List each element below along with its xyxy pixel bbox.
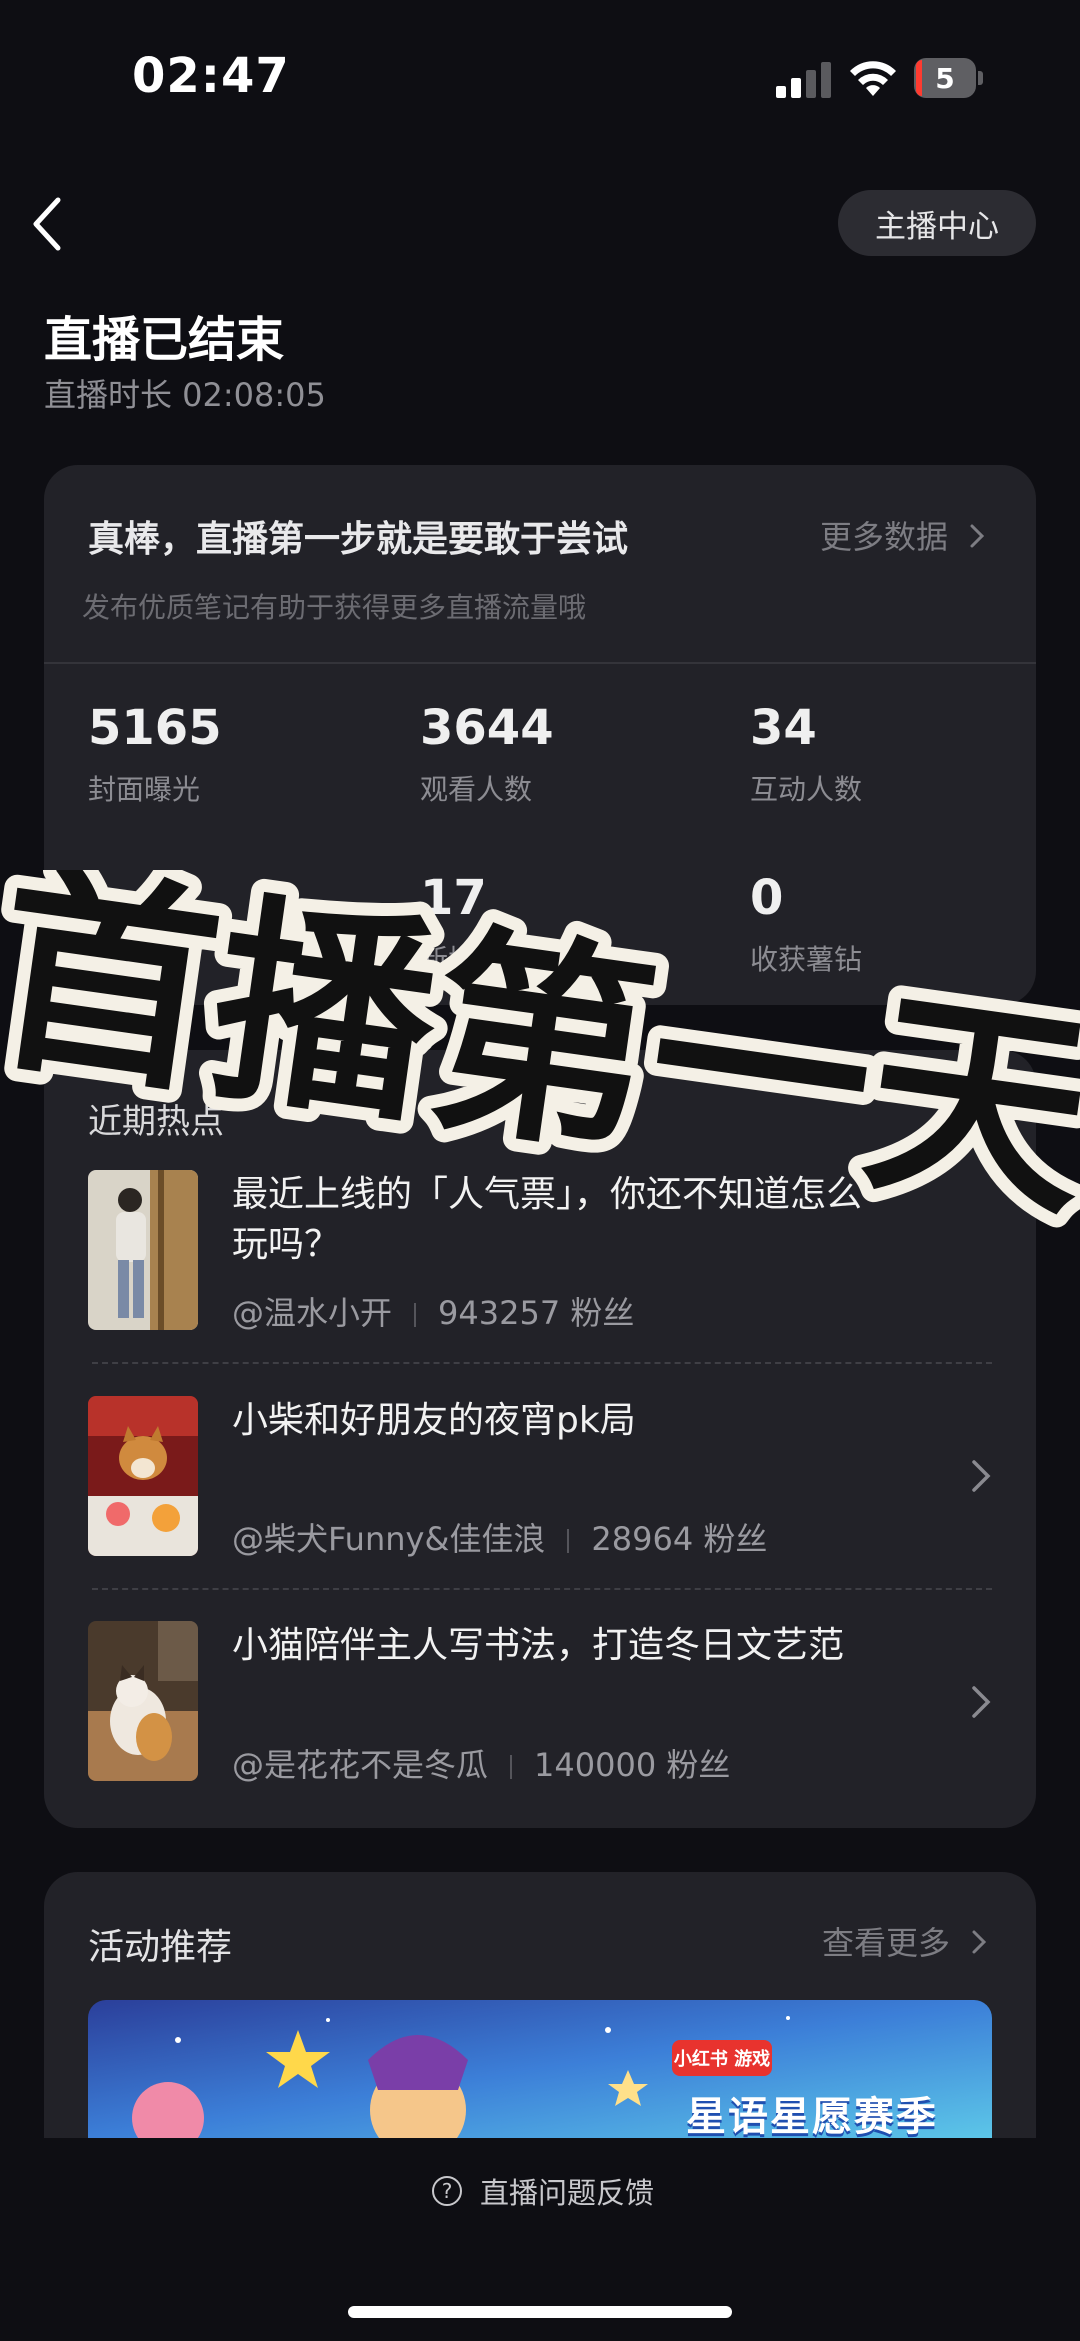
topic-thumbnail[interactable] xyxy=(88,1621,198,1781)
stat-label-diamonds: 收获薯钻 xyxy=(750,943,863,976)
stat-label-exposure: 封面曝光 xyxy=(88,773,201,806)
stat-value-interactions: 34 xyxy=(750,700,817,756)
chevron-right-icon xyxy=(972,1930,987,1954)
cat-photo-icon xyxy=(88,1621,198,1781)
stat-value-viewers: 3644 xyxy=(420,700,554,756)
chevron-right-icon xyxy=(970,524,985,548)
topic-thumbnail[interactable] xyxy=(88,1396,198,1556)
stat-value-exposure: 5165 xyxy=(88,700,222,756)
separator xyxy=(510,1755,513,1779)
banner-text: 星语星愿赛季 xyxy=(686,2094,938,2138)
dashed-divider xyxy=(92,1362,992,1364)
see-more-link[interactable]: 查看更多 xyxy=(822,1918,988,1964)
see-more-label: 查看更多 xyxy=(822,1924,951,1962)
stat-label-new-fans: 新增粉丝 xyxy=(420,943,533,976)
topic-thumbnail[interactable] xyxy=(88,1170,198,1330)
question-icon: ? xyxy=(432,2176,462,2206)
topic-title[interactable]: 小猫陪伴主人写书法，打造冬日文艺范 xyxy=(232,1621,882,1671)
status-time: 02:47 xyxy=(132,48,290,104)
topic-meta: @是花花不是冬瓜 140000 粉丝 xyxy=(232,1740,730,1786)
topic-meta: @温水小开 943257 粉丝 xyxy=(232,1288,634,1334)
stat-label-interactions: 互动人数 xyxy=(750,773,863,806)
chevron-right-icon[interactable] xyxy=(970,1458,992,1494)
stats-subtitle: 发布优质笔记有助于获得更多直播流量哦 xyxy=(82,591,587,624)
cellular-signal-icon xyxy=(776,62,831,98)
feedback-label: 直播问题反馈 xyxy=(480,2176,655,2210)
topic-fans: 140000 粉丝 xyxy=(534,1746,731,1784)
stat-value-new-fans: 17 xyxy=(420,870,487,926)
stat-value-diamonds: 0 xyxy=(750,870,784,926)
topic-author[interactable]: @温水小开 xyxy=(232,1294,392,1332)
topic-author[interactable]: @柴犬Funny&佳佳浪 xyxy=(232,1520,545,1558)
wifi-icon xyxy=(850,61,896,96)
battery-icon: 5 xyxy=(914,58,984,98)
activity-title: 活动推荐 xyxy=(88,1927,233,1968)
topic-meta: @柴犬Funny&佳佳浪 28964 粉丝 xyxy=(232,1514,767,1560)
host-center-button[interactable]: 主播中心 xyxy=(838,190,1036,256)
feedback-link[interactable]: ? 直播问题反馈 xyxy=(432,2170,654,2212)
separator xyxy=(414,1303,417,1327)
page-title: 直播已结束 xyxy=(44,312,285,368)
chevron-right-icon[interactable] xyxy=(970,1684,992,1720)
topic-title[interactable]: 最近上线的「人气票」，你还不知道怎么玩吗？ xyxy=(232,1170,882,1270)
topic-fans: 943257 粉丝 xyxy=(438,1294,635,1332)
home-indicator[interactable] xyxy=(348,2306,732,2318)
banner-tag: 小红书 游戏 xyxy=(673,2049,771,2070)
separator xyxy=(567,1529,570,1553)
person-photo-icon xyxy=(88,1170,198,1330)
activity-banner[interactable]: 小红书 游戏 星语星愿赛季 xyxy=(88,2000,992,2138)
stat-label-viewers: 观看人数 xyxy=(420,773,533,806)
divider xyxy=(44,662,1036,664)
more-data-label: 更多数据 xyxy=(820,518,949,556)
topic-author[interactable]: @是花花不是冬瓜 xyxy=(232,1746,488,1784)
dog-photo-icon xyxy=(88,1396,198,1556)
topic-title[interactable]: 小柴和好朋友的夜宵pk局 xyxy=(232,1396,882,1446)
stats-headline: 真棒，直播第一步就是要敢于尝试 xyxy=(88,519,629,560)
hot-topics-title: 近期热点 xyxy=(88,1102,224,1142)
dashed-divider xyxy=(92,1588,992,1590)
back-arrow-icon[interactable] xyxy=(30,196,64,252)
battery-level: 5 xyxy=(935,61,955,95)
live-duration: 直播时长 02:08:05 xyxy=(44,376,326,414)
more-data-link[interactable]: 更多数据 xyxy=(820,512,986,558)
topic-fans: 28964 粉丝 xyxy=(591,1520,768,1558)
